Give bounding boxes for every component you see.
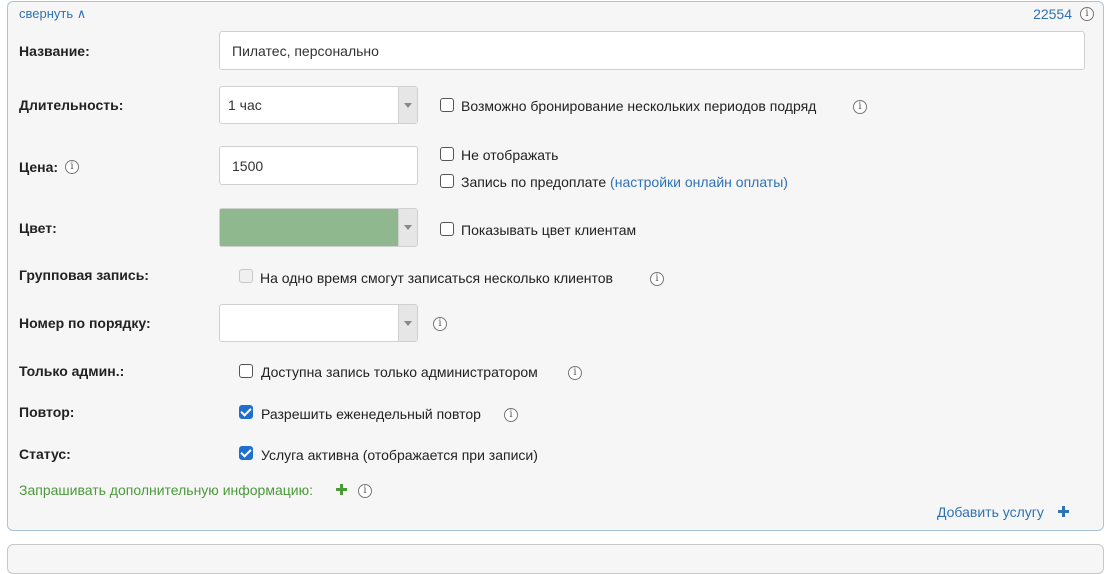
name-input[interactable]: Пилатес, персонально — [219, 31, 1085, 70]
duration-select[interactable]: 1 час — [219, 86, 418, 124]
plus-icon[interactable] — [336, 484, 347, 495]
info-icon[interactable]: i — [568, 366, 582, 380]
group-option-label: На одно время смогут записаться нескольк… — [260, 270, 613, 286]
chevron-down-icon — [398, 209, 417, 246]
color-select[interactable] — [219, 208, 418, 247]
price-input[interactable]: 1500 — [219, 146, 418, 185]
info-icon[interactable]: i — [650, 272, 664, 286]
extra-info-label[interactable]: Запрашивать дополнительную информацию: — [19, 482, 313, 498]
duration-value: 1 час — [228, 97, 262, 113]
hide-price-checkbox[interactable] — [440, 147, 454, 161]
status-checkbox[interactable] — [239, 446, 253, 460]
plus-icon[interactable] — [1058, 506, 1069, 517]
repeat-checkbox[interactable] — [239, 405, 253, 419]
service-panel: свернуть ∧ 22554 i Название: Пилатес, пе… — [7, 1, 1104, 531]
admin-only-option-label: Доступна запись только администратором — [261, 364, 538, 380]
admin-only-checkbox[interactable] — [239, 364, 253, 378]
admin-only-label: Только админ.: — [19, 363, 125, 379]
chevron-down-icon — [398, 305, 417, 341]
show-color-checkbox[interactable] — [440, 222, 454, 236]
repeat-label: Повтор: — [19, 404, 75, 420]
info-icon[interactable]: i — [433, 317, 447, 331]
collapse-link[interactable]: свернуть ∧ — [19, 6, 86, 22]
name-value: Пилатес, персонально — [232, 42, 379, 59]
info-icon[interactable]: i — [853, 100, 867, 114]
info-icon[interactable]: i — [65, 160, 79, 174]
status-label: Статус: — [19, 446, 71, 462]
color-swatch — [220, 209, 399, 246]
duration-label: Длительность: — [19, 97, 124, 113]
info-icon[interactable]: i — [358, 484, 372, 498]
repeat-option-label: Разрешить еженедельный повтор — [261, 406, 481, 422]
group-label: Групповая запись: — [19, 267, 149, 283]
prepay-settings-link[interactable]: (настройки онлайн оплаты) — [610, 174, 788, 190]
add-service-link[interactable]: Добавить услугу — [937, 504, 1044, 520]
multi-period-checkbox[interactable] — [440, 98, 454, 112]
prepay-checkbox[interactable] — [440, 174, 454, 188]
status-option-label: Услуга активна (отображается при записи) — [261, 447, 538, 463]
show-color-label: Показывать цвет клиентам — [461, 222, 637, 238]
hide-price-label: Не отображать — [461, 147, 559, 163]
order-label: Номер по порядку: — [19, 315, 151, 331]
price-label: Цена: — [19, 159, 59, 175]
chevron-down-icon — [398, 87, 417, 123]
info-icon[interactable]: i — [504, 408, 518, 422]
next-service-panel — [7, 544, 1104, 574]
color-label: Цвет: — [19, 220, 57, 236]
order-select[interactable] — [219, 304, 418, 342]
info-icon[interactable]: i — [1080, 7, 1094, 21]
prepay-text: Запись по предоплате — [461, 174, 607, 190]
name-label: Название: — [19, 43, 90, 59]
price-value: 1500 — [232, 157, 264, 174]
multi-period-label: Возможно бронирование нескольких периодо… — [461, 98, 817, 114]
prepay-label: Запись по предоплате (настройки онлайн о… — [461, 174, 788, 190]
group-checkbox[interactable] — [239, 269, 253, 283]
service-id: 22554 — [1033, 6, 1072, 22]
